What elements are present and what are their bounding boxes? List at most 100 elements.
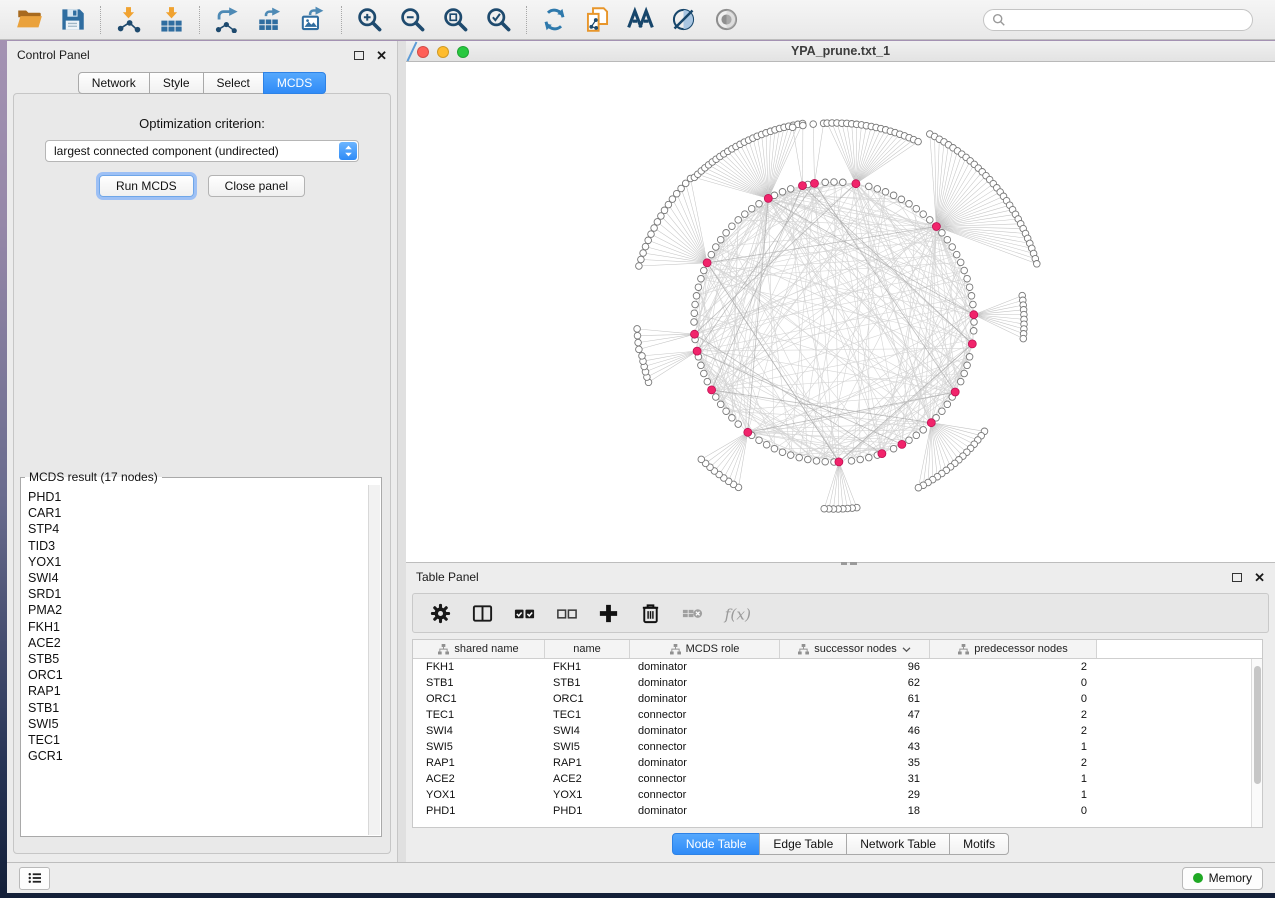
tab-network[interactable]: Network [78,72,150,94]
column-header-shared-name[interactable]: shared name [413,640,545,658]
close-panel-button[interactable]: Close panel [208,175,305,197]
export-table-icon[interactable] [257,6,284,33]
memory-button[interactable]: Memory [1182,867,1263,890]
table-cell: TEC1 [413,709,545,721]
tab-mcds[interactable]: MCDS [263,72,326,94]
zoom-out-icon[interactable] [399,6,426,33]
table-row[interactable]: ACE2ACE2connector311 [413,771,1262,787]
close-window-icon[interactable] [417,46,429,58]
network-window-titlebar[interactable]: YPA_prune.txt_1 [406,41,1275,62]
node-table-rows: FKH1FKH1dominator962STB1STB1dominator620… [413,659,1262,819]
hide-details-icon[interactable] [670,6,697,33]
minimize-window-icon[interactable] [437,46,449,58]
trash-icon[interactable] [639,602,662,625]
mcds-result-item[interactable]: RAP1 [28,683,368,699]
mcds-list-scrollbar[interactable] [368,485,380,835]
mcds-result-item[interactable]: SRD1 [28,586,368,602]
tab-network-table[interactable]: Network Table [846,833,950,855]
tab-edge-table[interactable]: Edge Table [759,833,847,855]
unselect-all-icon[interactable] [555,602,578,625]
memory-status-icon [1193,873,1203,883]
window-list-button[interactable] [19,867,50,890]
mcds-result-item[interactable]: ORC1 [28,667,368,683]
list-icon [26,869,44,887]
network-view-window: YPA_prune.txt_1 [406,41,1275,562]
table-cell: STB1 [545,677,630,689]
float-table-panel-icon[interactable] [1232,573,1242,582]
zoom-selected-icon[interactable] [485,6,512,33]
table-row[interactable]: FKH1FKH1dominator962 [413,659,1262,675]
gear-icon[interactable] [429,602,452,625]
table-cell: dominator [630,693,780,705]
mcds-result-item[interactable]: GCR1 [28,748,368,764]
export-network-icon[interactable] [214,6,241,33]
save-session-icon[interactable] [59,6,86,33]
column-header-name[interactable]: name [545,640,630,658]
table-row[interactable]: TEC1TEC1connector472 [413,707,1262,723]
column-header-successor-nodes[interactable]: successor nodes [780,640,930,658]
float-panel-icon[interactable] [354,51,364,60]
mcds-result-item[interactable]: STB1 [28,700,368,716]
control-panel-header: Control Panel ✕ [7,41,397,69]
import-network-icon[interactable] [115,6,142,33]
tab-select[interactable]: Select [203,72,264,94]
apply-layout-icon[interactable] [541,6,568,33]
open-session-icon[interactable] [16,6,43,33]
table-row[interactable]: YOX1YOX1connector291 [413,787,1262,803]
import-table-icon[interactable] [158,6,185,33]
search-input[interactable] [1011,13,1244,27]
tab-style[interactable]: Style [149,72,204,94]
mcds-result-item[interactable]: FKH1 [28,619,368,635]
table-row[interactable]: RAP1RAP1dominator352 [413,755,1262,771]
table-cell: 96 [780,661,930,673]
table-cell: YOX1 [413,789,545,801]
table-row[interactable]: SWI5SWI5connector431 [413,739,1262,755]
share-network-icon[interactable] [584,6,611,33]
zoom-in-icon[interactable] [356,6,383,33]
export-image-icon[interactable] [300,6,327,33]
run-mcds-button[interactable]: Run MCDS [99,175,194,197]
close-table-panel-icon[interactable]: ✕ [1254,571,1265,584]
mcds-result-item[interactable]: YOX1 [28,554,368,570]
optimization-criterion-select[interactable]: largest connected component (undirected) [45,140,359,162]
table-row[interactable]: ORC1ORC1dominator610 [413,691,1262,707]
zoom-fit-icon[interactable] [442,6,469,33]
global-search-box[interactable] [983,9,1253,31]
mcds-result-item[interactable]: CAR1 [28,505,368,521]
table-scrollbar[interactable] [1251,659,1262,827]
mcds-result-item[interactable]: STB5 [28,651,368,667]
table-row[interactable]: PHD1PHD1dominator180 [413,803,1262,819]
table-row[interactable]: SWI4SWI4dominator462 [413,723,1262,739]
mcds-result-item[interactable]: TID3 [28,538,368,554]
close-panel-icon[interactable]: ✕ [376,49,387,62]
horizontal-splitter-handle[interactable] [841,562,857,566]
tab-node-table[interactable]: Node Table [672,833,761,855]
window-controls [417,46,469,58]
columns-icon[interactable] [471,602,494,625]
mcds-result-item[interactable]: SWI4 [28,570,368,586]
maximize-window-icon[interactable] [457,46,469,58]
mcds-result-item[interactable]: SWI5 [28,716,368,732]
search-network-icon[interactable] [627,6,654,33]
column-header-MCDS-role[interactable]: MCDS role [630,640,780,658]
mcds-result-item[interactable]: STP4 [28,521,368,537]
show-details-icon[interactable] [713,6,740,33]
network-canvas[interactable] [406,62,1275,562]
table-cell: connector [630,773,780,785]
mcds-result-item[interactable]: TEC1 [28,732,368,748]
column-header-predecessor-nodes[interactable]: predecessor nodes [930,640,1097,658]
vertical-splitter[interactable] [398,41,406,862]
table-scrollbar-thumb[interactable] [1254,666,1261,784]
mcds-result-item[interactable]: PMA2 [28,602,368,618]
mcds-result-item[interactable]: ACE2 [28,635,368,651]
table-row[interactable]: STB1STB1dominator620 [413,675,1262,691]
tab-motifs[interactable]: Motifs [949,833,1009,855]
table-cell: 1 [930,741,1097,753]
table-cell: dominator [630,757,780,769]
add-icon[interactable] [597,602,620,625]
network-graph[interactable] [406,62,1275,562]
mcds-result-item[interactable]: PHD1 [28,489,368,505]
table-cell: SWI5 [545,741,630,753]
table-cell: 31 [780,773,930,785]
select-all-icon[interactable] [513,602,536,625]
